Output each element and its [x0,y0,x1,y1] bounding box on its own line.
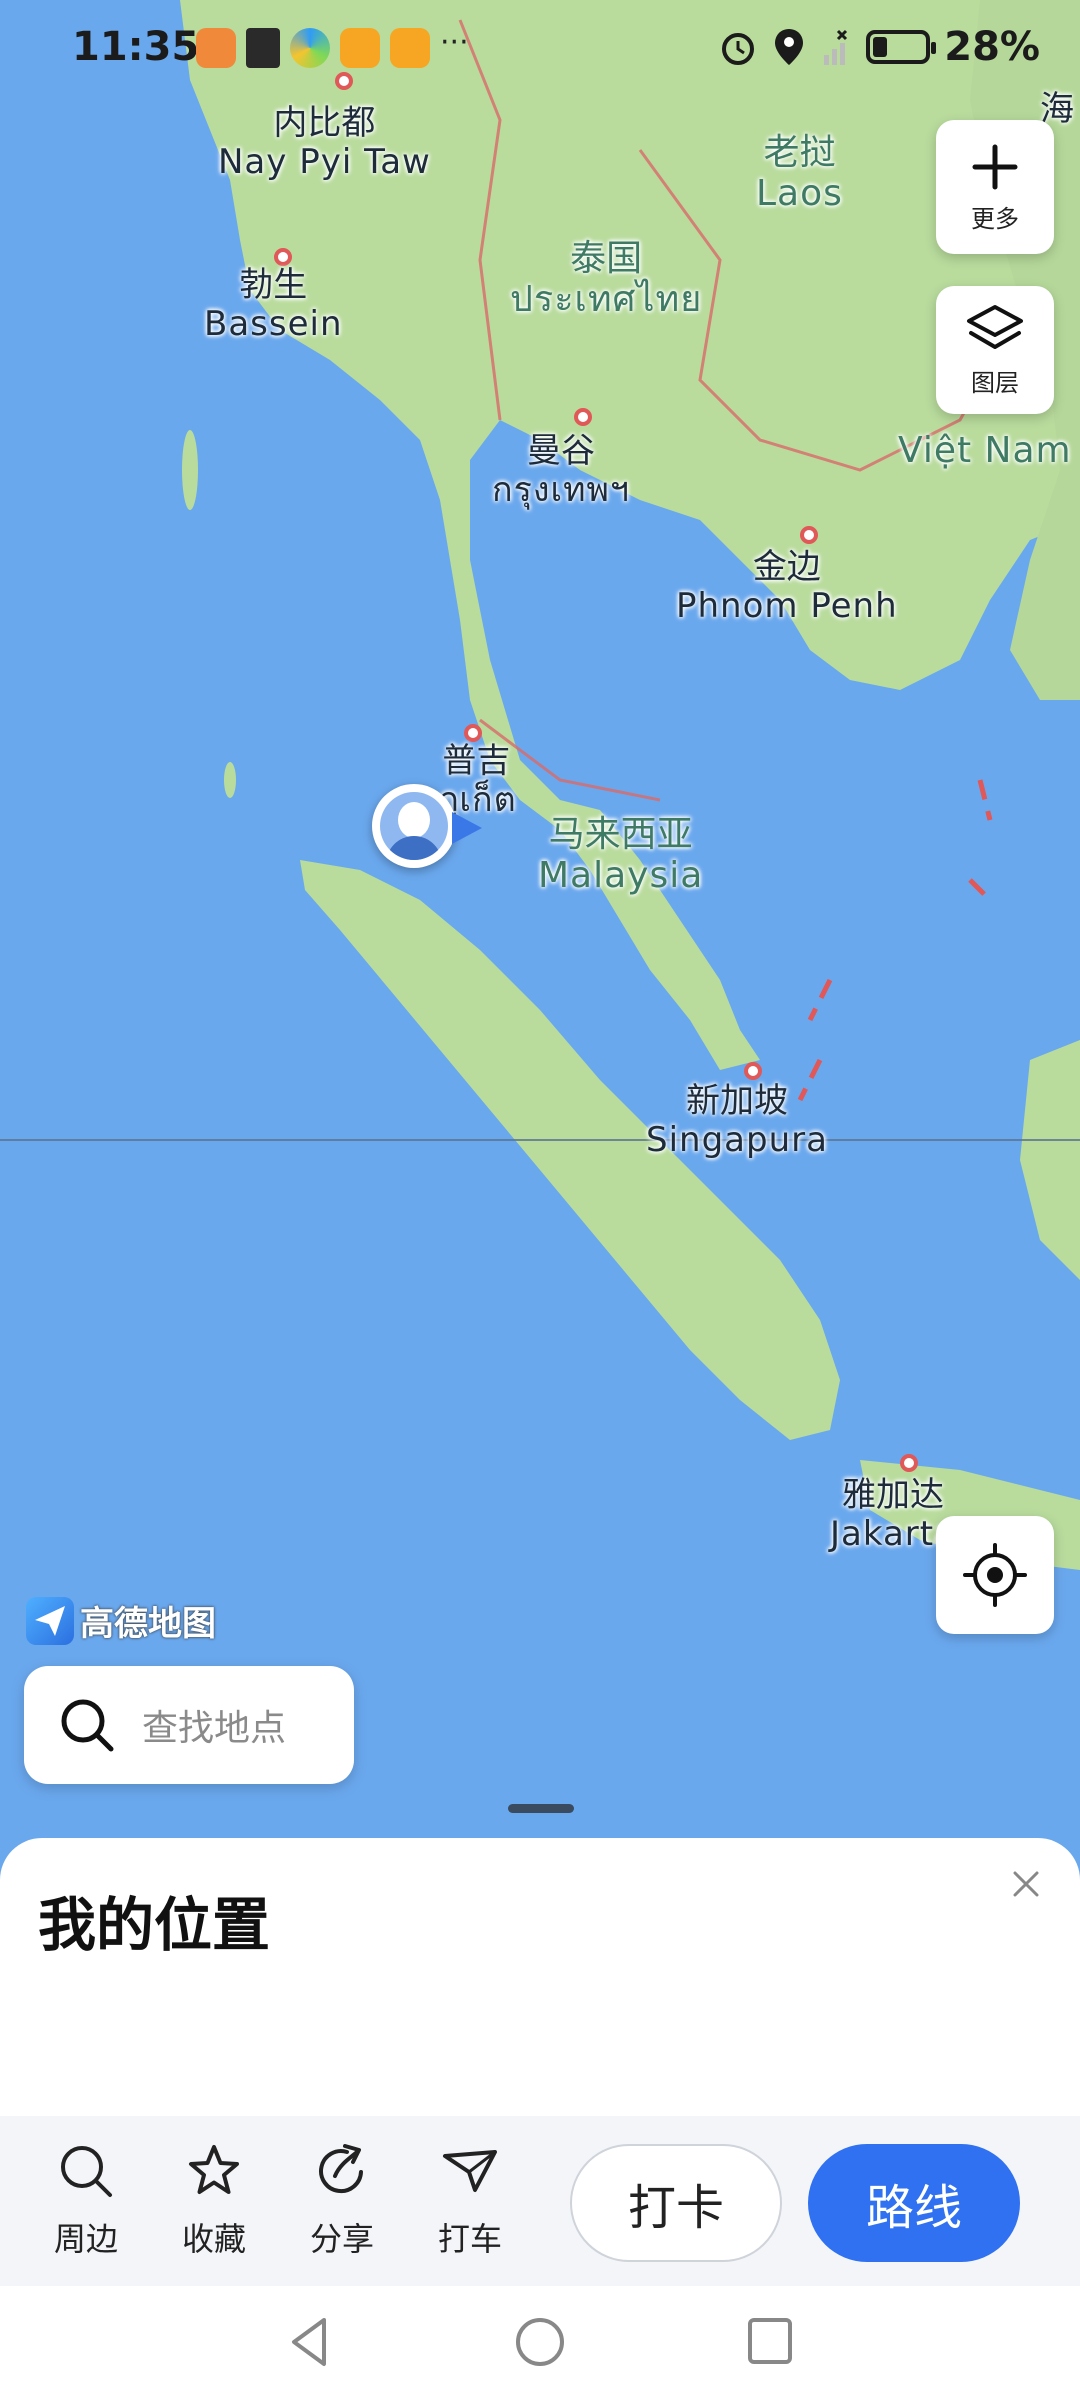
app-notification-icon [290,28,330,68]
app-notification-icon [246,28,280,68]
weibo-icon [340,28,380,68]
map-label-bangkok[interactable]: 曼谷 กรุงเทพฯ [492,431,630,510]
star-icon [189,2145,239,2194]
app-notification-icon [196,28,236,68]
battery-percent: 28% [944,24,1040,70]
route-button[interactable]: 路线 [808,2144,1020,2262]
city-marker[interactable] [464,724,482,742]
battery-icon [866,30,937,64]
back-icon[interactable] [284,2314,336,2370]
map-label-phnompenh[interactable]: 金边 Phnom Penh [676,547,898,626]
map-label-vietnam[interactable]: Việt Nam [898,430,1072,471]
search-input[interactable]: 查找地点 [142,1699,286,1751]
home-icon[interactable] [512,2314,568,2370]
city-marker[interactable] [744,1062,762,1080]
action-bar: 周边 收藏 分享 打车 打卡 路线 [0,2116,1080,2286]
recents-icon[interactable] [744,2314,796,2370]
system-nav-bar [0,2286,1080,2400]
paper-plane-icon [26,1596,74,1645]
map-label-malaysia[interactable]: 马来西亚 Malaysia [538,814,703,897]
status-right: 28% [718,24,1040,70]
map-view[interactable]: 内比都 Nay Pyi Taw 勃生 Bassein 老挝 Laos 泰国 ปร… [0,0,1080,1860]
heading-arrow-icon [452,812,482,844]
close-icon [1013,1871,1039,1897]
checkin-button[interactable]: 打卡 [570,2144,782,2262]
taxi-icon [443,2150,497,2192]
signal-icon [824,29,848,65]
share-button[interactable]: 分享 [282,2142,402,2260]
taxi-button[interactable]: 打车 [410,2142,530,2260]
favorite-button[interactable]: 收藏 [154,2142,274,2260]
clock: 11:35 [72,24,200,70]
map-label-bassein[interactable]: 勃生 Bassein [204,265,343,344]
layers-button[interactable]: 图层 [936,286,1054,414]
map-label-naypyitaw[interactable]: 内比都 Nay Pyi Taw [218,103,431,182]
map-label-singapore[interactable]: 新加坡 Singapura [646,1081,828,1160]
locate-me-button[interactable] [936,1516,1054,1634]
city-marker[interactable] [900,1454,918,1472]
user-location-marker[interactable] [372,784,456,868]
more-button[interactable]: 更多 [936,120,1054,254]
city-marker[interactable] [574,408,592,426]
search-icon [61,1699,114,1752]
city-marker[interactable] [800,526,818,544]
avatar [380,792,448,860]
sheet-title: 我的位置 [38,1891,271,1959]
sheet-drag-handle[interactable] [508,1804,574,1813]
more-notifications-icon: ··· [440,25,469,60]
map-label-laos[interactable]: 老挝 Laos [756,132,843,215]
close-button[interactable] [1000,1858,1052,1910]
search-box[interactable]: 查找地点 [24,1666,354,1784]
share-icon [319,2144,363,2194]
nearby-button[interactable]: 周边 [26,2142,146,2260]
layers-icon [967,304,1023,349]
amap-logo: 高德地图 [26,1596,216,1645]
location-icon [775,29,804,65]
city-marker[interactable] [274,248,292,266]
crosshair-icon [963,1543,1027,1607]
plus-icon [972,144,1018,189]
map-label-thailand[interactable]: 泰国 ประเทศไทย [510,238,702,321]
status-bar: 11:35 ··· 28% [0,0,1080,100]
notification-icons: ··· [196,28,470,68]
weibo-icon [390,28,430,68]
search-icon [61,2146,112,2197]
alarm-icon [722,33,755,65]
